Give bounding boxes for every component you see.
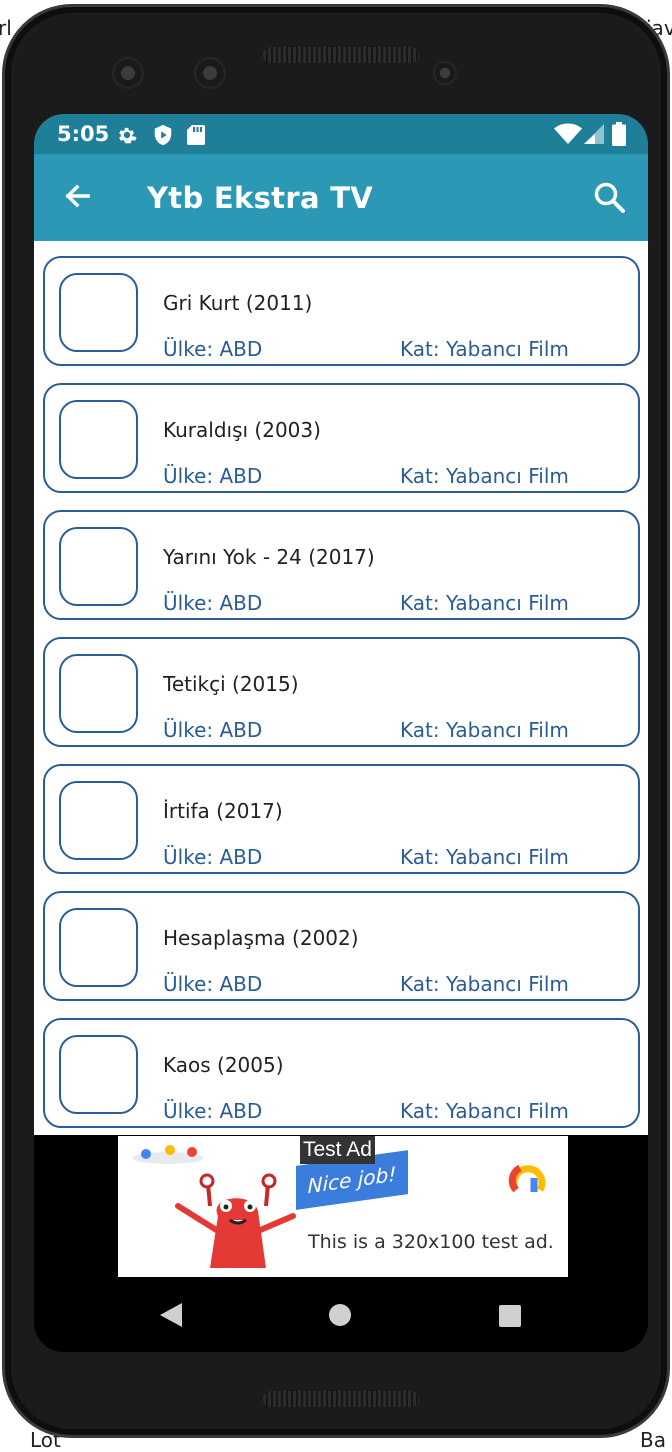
device-screen: 5:05 Ytb Ekstra TV Gri Kurt (2011) Ülke:… bbox=[34, 114, 648, 1352]
movie-thumbnail bbox=[59, 400, 138, 479]
movie-card[interactable]: Hesaplaşma (2002) Ülke: ABD Kat: Yabancı… bbox=[43, 891, 640, 1001]
movie-thumbnail bbox=[59, 781, 138, 860]
test-ad-label: Test Ad bbox=[300, 1136, 375, 1164]
movie-title: Tetikçi (2015) bbox=[163, 672, 299, 696]
app-title: Ytb Ekstra TV bbox=[147, 181, 374, 215]
front-camera-left bbox=[112, 57, 144, 89]
home-circle-icon[interactable] bbox=[328, 1303, 352, 1327]
movie-country: Ülke: ABD bbox=[163, 1099, 263, 1123]
search-icon[interactable] bbox=[592, 180, 628, 216]
sd-card-icon bbox=[187, 125, 205, 145]
ad-brand-icon bbox=[508, 1164, 546, 1193]
test-ad-text: This is a 320x100 test ad. bbox=[308, 1231, 554, 1253]
status-time: 5:05 bbox=[57, 122, 110, 146]
nice-job-text: Nice job! bbox=[307, 1161, 397, 1199]
movie-title: Kaos (2005) bbox=[163, 1053, 284, 1077]
movie-title: Yarını Yok - 24 (2017) bbox=[163, 545, 375, 569]
movie-thumbnail bbox=[59, 1035, 138, 1114]
movie-category: Kat: Yabancı Film bbox=[400, 845, 569, 869]
movie-card[interactable]: İrtifa (2017) Ülke: ABD Kat: Yabancı Fil… bbox=[43, 764, 640, 874]
proximity-sensor bbox=[433, 61, 457, 85]
bottom-speaker bbox=[263, 1391, 419, 1407]
movie-country: Ülke: ABD bbox=[163, 718, 263, 742]
mascot-illustration bbox=[132, 1145, 296, 1268]
movie-title: Hesaplaşma (2002) bbox=[163, 926, 359, 950]
movie-thumbnail bbox=[59, 273, 138, 352]
movie-country: Ülke: ABD bbox=[163, 464, 263, 488]
movie-thumbnail bbox=[59, 908, 138, 987]
background-text-bottom-right: Ba bbox=[640, 1428, 666, 1452]
ad-container: Nice job! Test Ad This is a 320x100 test… bbox=[34, 1135, 648, 1277]
movie-card[interactable]: Tetikçi (2015) Ülke: ABD Kat: Yabancı Fi… bbox=[43, 637, 640, 747]
movie-card[interactable]: Yarını Yok - 24 (2017) Ülke: ABD Kat: Ya… bbox=[43, 510, 640, 620]
movie-list[interactable]: Gri Kurt (2011) Ülke: ABD Kat: Yabancı F… bbox=[34, 241, 648, 1135]
recents-square-icon[interactable] bbox=[498, 1304, 522, 1328]
movie-thumbnail bbox=[59, 654, 138, 733]
background-text-top-left: rl bbox=[0, 16, 12, 40]
movie-thumbnail bbox=[59, 527, 138, 606]
movie-category: Kat: Yabancı Film bbox=[400, 591, 569, 615]
movie-card[interactable]: Gri Kurt (2011) Ülke: ABD Kat: Yabancı F… bbox=[43, 256, 640, 366]
movie-category: Kat: Yabancı Film bbox=[400, 1099, 569, 1123]
status-bar: 5:05 bbox=[34, 114, 648, 154]
earpiece-speaker bbox=[263, 47, 419, 63]
settings-icon bbox=[119, 127, 137, 144]
movie-title: Kuraldışı (2003) bbox=[163, 418, 321, 442]
movie-title: Gri Kurt (2011) bbox=[163, 291, 313, 315]
movie-card[interactable]: Kuraldışı (2003) Ülke: ABD Kat: Yabancı … bbox=[43, 383, 640, 493]
arrow-back-icon[interactable] bbox=[58, 176, 98, 216]
phone-frame: 5:05 Ytb Ekstra TV Gri Kurt (2011) Ülke:… bbox=[2, 4, 670, 1438]
wifi-icon bbox=[554, 123, 582, 144]
movie-country: Ülke: ABD bbox=[163, 591, 263, 615]
front-camera-right bbox=[194, 57, 226, 89]
back-triangle-icon[interactable] bbox=[158, 1302, 184, 1328]
movie-country: Ülke: ABD bbox=[163, 972, 263, 996]
signal-icon bbox=[584, 124, 604, 144]
battery-icon bbox=[612, 122, 626, 146]
play-protect-icon bbox=[154, 124, 172, 146]
movie-card[interactable]: Kaos (2005) Ülke: ABD Kat: Yabancı Film bbox=[43, 1018, 640, 1128]
test-ad-banner[interactable]: Nice job! Test Ad This is a 320x100 test… bbox=[118, 1136, 568, 1277]
movie-title: İrtifa (2017) bbox=[163, 799, 283, 823]
app-toolbar: Ytb Ekstra TV bbox=[34, 154, 648, 241]
movie-country: Ülke: ABD bbox=[163, 845, 263, 869]
movie-category: Kat: Yabancı Film bbox=[400, 464, 569, 488]
movie-country: Ülke: ABD bbox=[163, 337, 263, 361]
movie-category: Kat: Yabancı Film bbox=[400, 972, 569, 996]
movie-category: Kat: Yabancı Film bbox=[400, 718, 569, 742]
system-nav-bar bbox=[34, 1277, 648, 1352]
movie-category: Kat: Yabancı Film bbox=[400, 337, 569, 361]
